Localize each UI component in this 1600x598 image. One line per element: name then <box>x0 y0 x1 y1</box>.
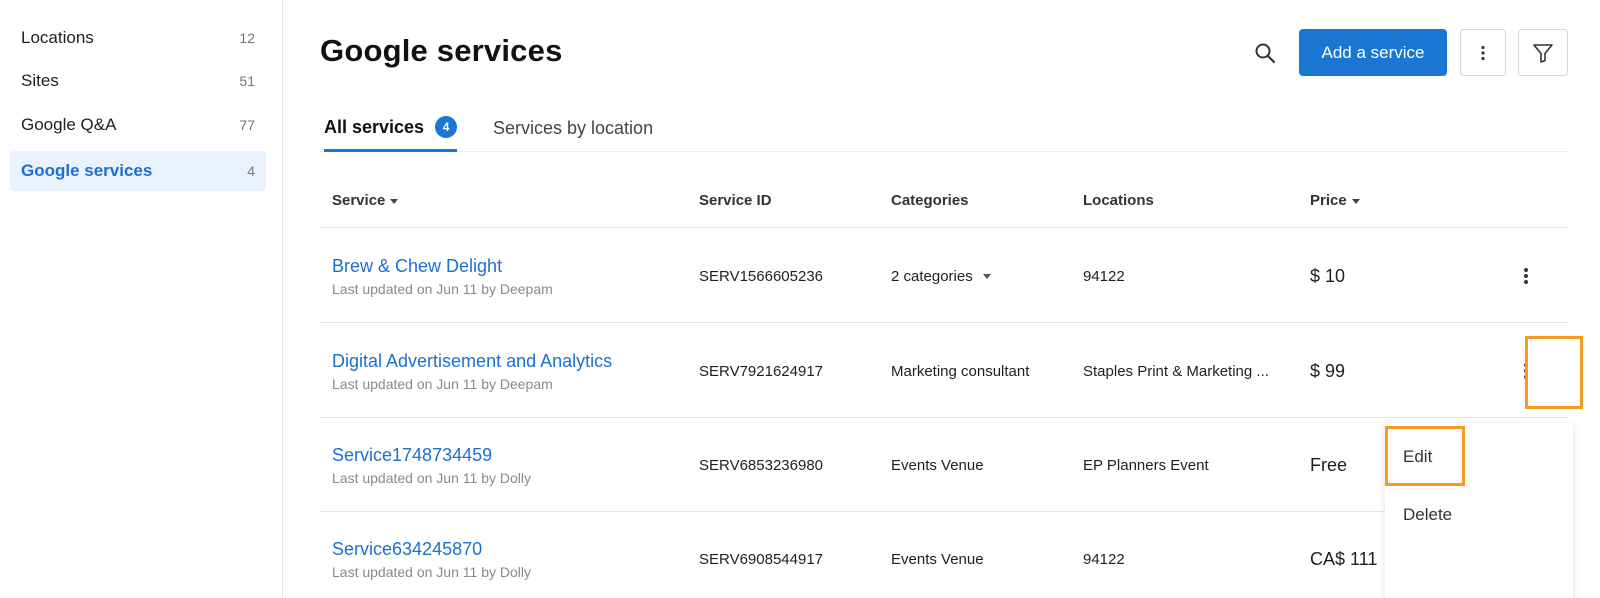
service-updated-text: Last updated on Jun 11 by Deepam <box>332 375 553 392</box>
service-cell: Brew & Chew Delight Last updated on Jun … <box>332 229 553 323</box>
column-header-categories: Categories <box>891 176 969 224</box>
filter-icon <box>1533 43 1553 63</box>
sidebar-item-label: Google services <box>21 161 153 180</box>
sidebar-item-google-qa[interactable]: Google Q&A 77 <box>10 105 266 145</box>
column-header-service-id: Service ID <box>699 176 772 224</box>
service-name-link[interactable]: Digital Advertisement and Analytics <box>332 351 612 372</box>
more-options-button[interactable] <box>1460 29 1506 76</box>
tabs: All services 4 Services by location <box>320 105 1568 152</box>
price-cell: $ 10 <box>1310 265 1346 286</box>
column-label: Service ID <box>699 191 772 209</box>
tab-label: All services <box>324 116 425 137</box>
sidebar-item-count: 4 <box>247 163 255 179</box>
search-icon <box>1255 43 1276 64</box>
column-header-locations: Locations <box>1083 176 1154 224</box>
sidebar-item-google-services[interactable]: Google services 4 <box>10 151 266 191</box>
service-cell: Digital Advertisement and Analytics Last… <box>332 324 612 418</box>
more-vertical-icon <box>1524 268 1528 284</box>
column-header-service[interactable]: Service <box>332 176 399 224</box>
categories-dropdown[interactable]: 2 categories <box>891 229 991 323</box>
service-cell: Service1748734459 Last updated on Jun 11… <box>332 418 531 512</box>
column-label: Categories <box>891 191 969 209</box>
categories-cell: Events Venue <box>891 550 984 568</box>
service-id-cell: SERV7921624917 <box>699 362 823 380</box>
tab-all-services[interactable]: All services 4 <box>324 105 458 152</box>
tab-services-by-location[interactable]: Services by location <box>493 105 653 152</box>
locations-cell: 94122 <box>1083 267 1125 285</box>
sidebar-item-count: 77 <box>239 117 255 133</box>
filter-button[interactable] <box>1518 29 1568 76</box>
sidebar-item-sites[interactable]: Sites 51 <box>10 61 266 101</box>
categories-label: 2 categories <box>891 267 973 285</box>
categories-cell: Events Venue <box>891 456 984 474</box>
service-name-link[interactable]: Service634245870 <box>332 539 531 560</box>
service-id-cell: SERV6908544917 <box>699 550 823 568</box>
search-button[interactable] <box>1250 38 1280 68</box>
locations-cell: Staples Print & Marketing ... <box>1083 324 1269 418</box>
highlight-box <box>1525 336 1583 409</box>
table-row: Service1748734459 Last updated on Jun 11… <box>320 418 1568 512</box>
sort-caret-icon <box>1351 198 1360 204</box>
locations-cell: EP Planners Event <box>1083 456 1209 474</box>
table-row: Digital Advertisement and Analytics Last… <box>320 324 1568 418</box>
service-id-cell: SERV6853236980 <box>699 456 823 474</box>
table-row: Service634245870 Last updated on Jun 11 … <box>320 512 1568 598</box>
locations-cell: 94122 <box>1083 550 1125 568</box>
count-badge: 4 <box>435 116 458 138</box>
table-header: Service Service ID Categories Locations … <box>320 176 1568 228</box>
service-updated-text: Last updated on Jun 11 by Deepam <box>332 280 553 297</box>
sidebar-item-count: 51 <box>239 73 255 89</box>
price-cell: CA$ 111 <box>1310 548 1378 569</box>
service-name-link[interactable]: Brew & Chew Delight <box>332 256 553 277</box>
sidebar-item-label: Google Q&A <box>21 115 117 134</box>
tab-label: Services by location <box>493 118 654 138</box>
sidebar-item-label: Locations <box>21 28 94 47</box>
table-row: Brew & Chew Delight Last updated on Jun … <box>320 229 1568 323</box>
column-header-price[interactable]: Price <box>1310 176 1360 224</box>
service-id-cell: SERV1566605236 <box>699 267 823 285</box>
service-name-link[interactable]: Service1748734459 <box>332 445 531 466</box>
highlight-box <box>1385 426 1465 486</box>
service-updated-text: Last updated on Jun 11 by Dolly <box>332 469 531 486</box>
column-label: Locations <box>1083 191 1154 209</box>
row-menu-button[interactable] <box>1514 229 1538 323</box>
sidebar-item-count: 12 <box>239 30 255 46</box>
sidebar-item-label: Sites <box>21 71 59 90</box>
locations-text: Staples Print & Marketing ... <box>1083 362 1269 380</box>
sort-caret-icon <box>390 198 399 204</box>
categories-cell: Marketing consultant <box>891 362 1030 380</box>
price-cell: Free <box>1310 454 1348 475</box>
sidebar: Locations 12 Sites 51 Google Q&A 77 Goog… <box>0 0 283 598</box>
page-title: Google services <box>320 33 563 68</box>
menu-item-delete[interactable]: Delete <box>1403 505 1452 525</box>
chevron-down-icon <box>982 273 991 279</box>
service-updated-text: Last updated on Jun 11 by Dolly <box>332 563 531 580</box>
service-cell: Service634245870 Last updated on Jun 11 … <box>332 512 531 598</box>
add-service-button[interactable]: Add a service <box>1299 29 1447 76</box>
column-label: Service <box>332 191 386 209</box>
column-label: Price <box>1310 191 1347 209</box>
more-vertical-icon <box>1481 45 1485 60</box>
price-cell: $ 99 <box>1310 360 1346 381</box>
sidebar-item-locations[interactable]: Locations 12 <box>10 18 266 58</box>
